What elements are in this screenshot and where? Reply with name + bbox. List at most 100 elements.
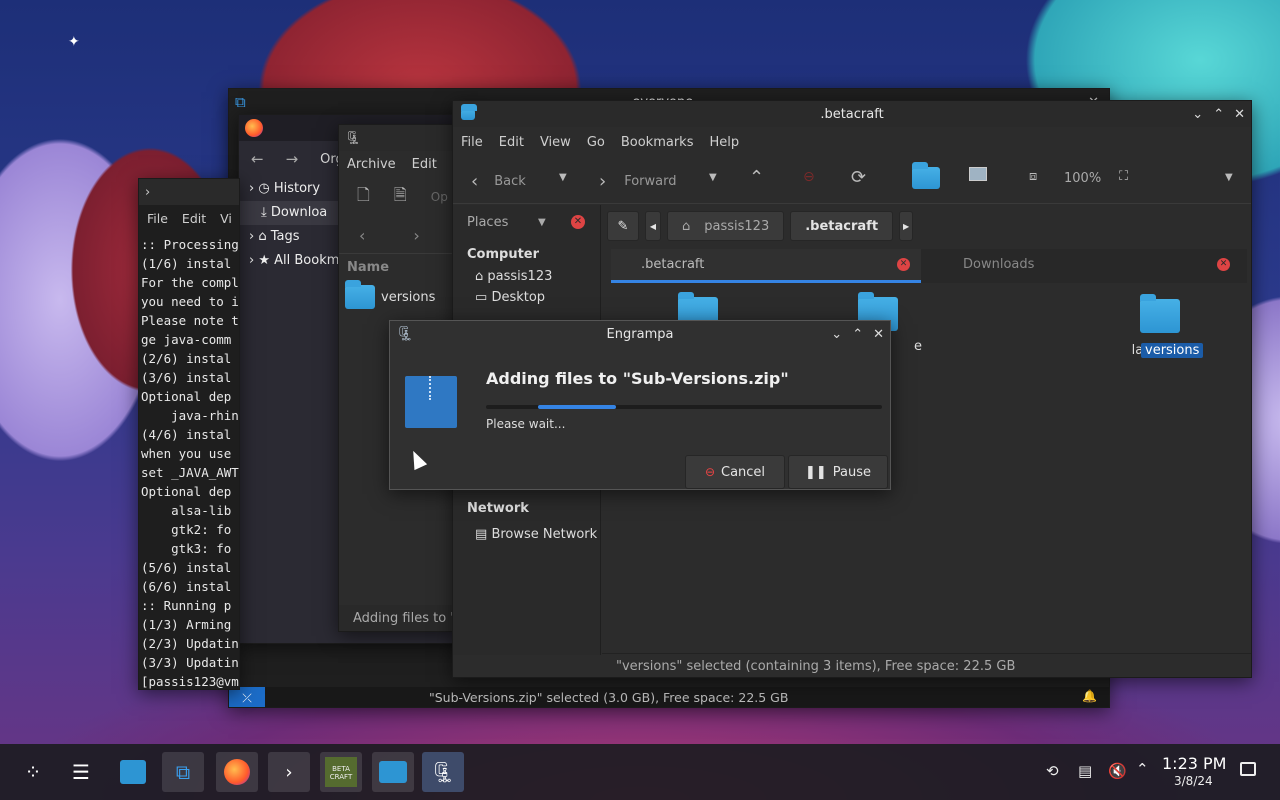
terminal-line: For the compl [141, 275, 239, 290]
new-archive-icon[interactable]: 🗋 [357, 184, 370, 211]
terminal-line: (3/6) instal [141, 370, 232, 385]
taskbar-vscode-icon[interactable]: ⧉ [162, 752, 204, 792]
stop-icon[interactable]: ⊖ [803, 169, 815, 185]
archive-menu-edit[interactable]: Edit [412, 157, 437, 172]
remote-icon[interactable]: ⤫ [229, 687, 265, 707]
app-launcher-icon[interactable]: ⁘ [12, 752, 54, 792]
back-button[interactable]: ‹ Back [471, 171, 526, 192]
clock-time[interactable]: 1:23 PM [1162, 754, 1226, 773]
reload-icon[interactable]: ⟳ [851, 167, 866, 188]
engrampa-progress-dialog[interactable]: 🗜 Engrampa ⌄ ⌃ ✕ Adding files to "Sub-Ve… [389, 320, 891, 490]
terminal-line: :: Processing [141, 237, 239, 252]
archive-row-versions[interactable]: versions [339, 280, 457, 313]
terminal-line: when you use [141, 446, 232, 461]
home-icon: ⌂ [475, 269, 484, 284]
edit-path-button[interactable]: ✎ [607, 211, 639, 241]
terminal-line: (1/3) Arming [141, 617, 232, 632]
column-name-header[interactable]: Name [339, 254, 457, 281]
path-scroll-left-icon[interactable]: ◀ [645, 211, 661, 241]
archive-back-icon[interactable]: ‹ [359, 226, 365, 245]
dialog-subtext: Please wait... [486, 417, 566, 431]
sidebar-item-browse-network[interactable]: ▤ Browse Network [475, 527, 597, 542]
terminal-line: (1/6) instal [141, 256, 232, 271]
maximize-icon[interactable]: ⌃ [852, 327, 863, 342]
forward-button[interactable]: › Forward [599, 171, 676, 192]
menu-help[interactable]: Help [709, 135, 739, 150]
sidebar-item-home[interactable]: ⌂ passis123 [453, 266, 600, 287]
open-archive-icon[interactable]: 🗎 [394, 184, 407, 211]
toolbar-overflow-icon[interactable]: ▼ [1225, 172, 1233, 183]
archive-manager-icon: 🗜 [345, 130, 362, 146]
terminal-line: (4/6) instal [141, 427, 232, 442]
bell-icon[interactable]: 🔔 [1082, 689, 1097, 703]
dialog-heading: Adding files to "Sub-Versions.zip" [486, 369, 789, 388]
up-icon[interactable]: ⌃ [749, 167, 764, 188]
archive-status-text: Adding files to " [339, 605, 457, 631]
software-store-icon[interactable] [112, 752, 154, 792]
terminal-output[interactable]: :: Processing (1/6) instal For the compl yo… [139, 231, 239, 689]
archive-menu-archive[interactable]: Archive [347, 157, 396, 172]
progress-bar [486, 405, 882, 409]
taskbar-engrampa-icon[interactable]: 🗜 [422, 752, 464, 792]
path-bar: ✎ ◀ ⌂ passis123 .betacraft ▶ [607, 209, 1247, 243]
menu-view[interactable]: View [540, 135, 571, 150]
sidebar-item-desktop[interactable]: ▭ Desktop [453, 287, 600, 308]
places-dropdown-icon[interactable]: ▼ [538, 217, 546, 228]
tray-volume-muted-icon[interactable]: 🔇 [1108, 762, 1127, 780]
tab-close-icon[interactable]: ✕ [897, 258, 910, 271]
file-item-versions-label[interactable]: versions [1141, 343, 1204, 358]
taskbar-betacraft-icon[interactable]: BETA CRAFT [320, 752, 362, 792]
zoom-fit-icon[interactable]: ⧈ [1029, 169, 1037, 184]
tab-betacraft[interactable]: .betacraft ✕ [611, 249, 921, 283]
close-sidebar-icon[interactable]: ✕ [571, 215, 585, 229]
taskbar-files-icon[interactable] [372, 752, 414, 792]
tab-downloads[interactable]: Downloads ✕ [921, 249, 1247, 283]
terminal-menu-file[interactable]: File [147, 211, 168, 226]
pause-button[interactable]: ❚❚ Pause [788, 455, 888, 489]
terminal-line: (5/6) instal [141, 560, 232, 575]
path-scroll-right-icon[interactable]: ▶ [899, 211, 914, 241]
network-icon: ▤ [475, 527, 488, 542]
show-desktop-icon[interactable] [1240, 762, 1256, 776]
cancel-button[interactable]: ⊖ Cancel [685, 455, 785, 489]
terminal-menu-view[interactable]: Vi [220, 211, 232, 226]
close-icon[interactable]: ✕ [873, 327, 884, 342]
menu-bookmarks[interactable]: Bookmarks [621, 135, 694, 150]
maximize-icon[interactable]: ⌃ [1213, 107, 1224, 122]
cancel-icon: ⊖ [704, 465, 715, 479]
taskbar-terminal-icon[interactable]: › [268, 752, 310, 792]
forward-dropdown-icon[interactable]: ▼ [709, 172, 717, 183]
menu-edit[interactable]: Edit [499, 135, 524, 150]
path-button-home[interactable]: ⌂ passis123 [667, 211, 785, 241]
tab-close-icon[interactable]: ✕ [1217, 258, 1230, 271]
path-button-current[interactable]: .betacraft [790, 211, 894, 241]
menu-go[interactable]: Go [587, 135, 605, 150]
home-button[interactable] [909, 162, 943, 193]
zoom-normal-icon[interactable]: ⛶ [1119, 169, 1128, 184]
tray-network-icon[interactable]: ⟲ [1046, 762, 1059, 780]
menu-file[interactable]: File [461, 135, 483, 150]
zoom-level: 100% [1064, 171, 1102, 186]
pause-icon: ❚❚ [804, 464, 827, 480]
computer-icon[interactable] [969, 167, 987, 181]
places-selector[interactable]: Places [467, 215, 508, 230]
terminal-menu-edit[interactable]: Edit [182, 211, 206, 226]
firefox-icon [245, 119, 263, 137]
back-arrow-icon[interactable]: ← [251, 150, 264, 168]
forward-arrow-icon[interactable]: → [286, 150, 299, 168]
taskbar-firefox-icon[interactable] [216, 752, 258, 792]
clock-date[interactable]: 3/8/24 [1174, 774, 1213, 788]
terminal-line: :: Running p [141, 598, 232, 613]
pager-icon[interactable]: ☰ [60, 752, 102, 792]
tray-expand-icon[interactable]: ⌃ [1136, 760, 1149, 778]
minimize-icon[interactable]: ⌄ [1192, 107, 1203, 122]
terminal-line: Please note t [141, 313, 239, 328]
chevron-left-icon: ‹ [471, 171, 479, 192]
close-icon[interactable]: ✕ [1234, 107, 1245, 122]
tray-clipboard-icon[interactable]: ▤ [1078, 762, 1092, 780]
terminal-window[interactable]: › File Edit Vi :: Processing (1/6) instal… [138, 178, 240, 690]
chevron-right-icon: › [249, 181, 255, 196]
archive-forward-icon[interactable]: › [413, 226, 419, 245]
back-dropdown-icon[interactable]: ▼ [559, 172, 567, 183]
minimize-icon[interactable]: ⌄ [831, 327, 842, 342]
